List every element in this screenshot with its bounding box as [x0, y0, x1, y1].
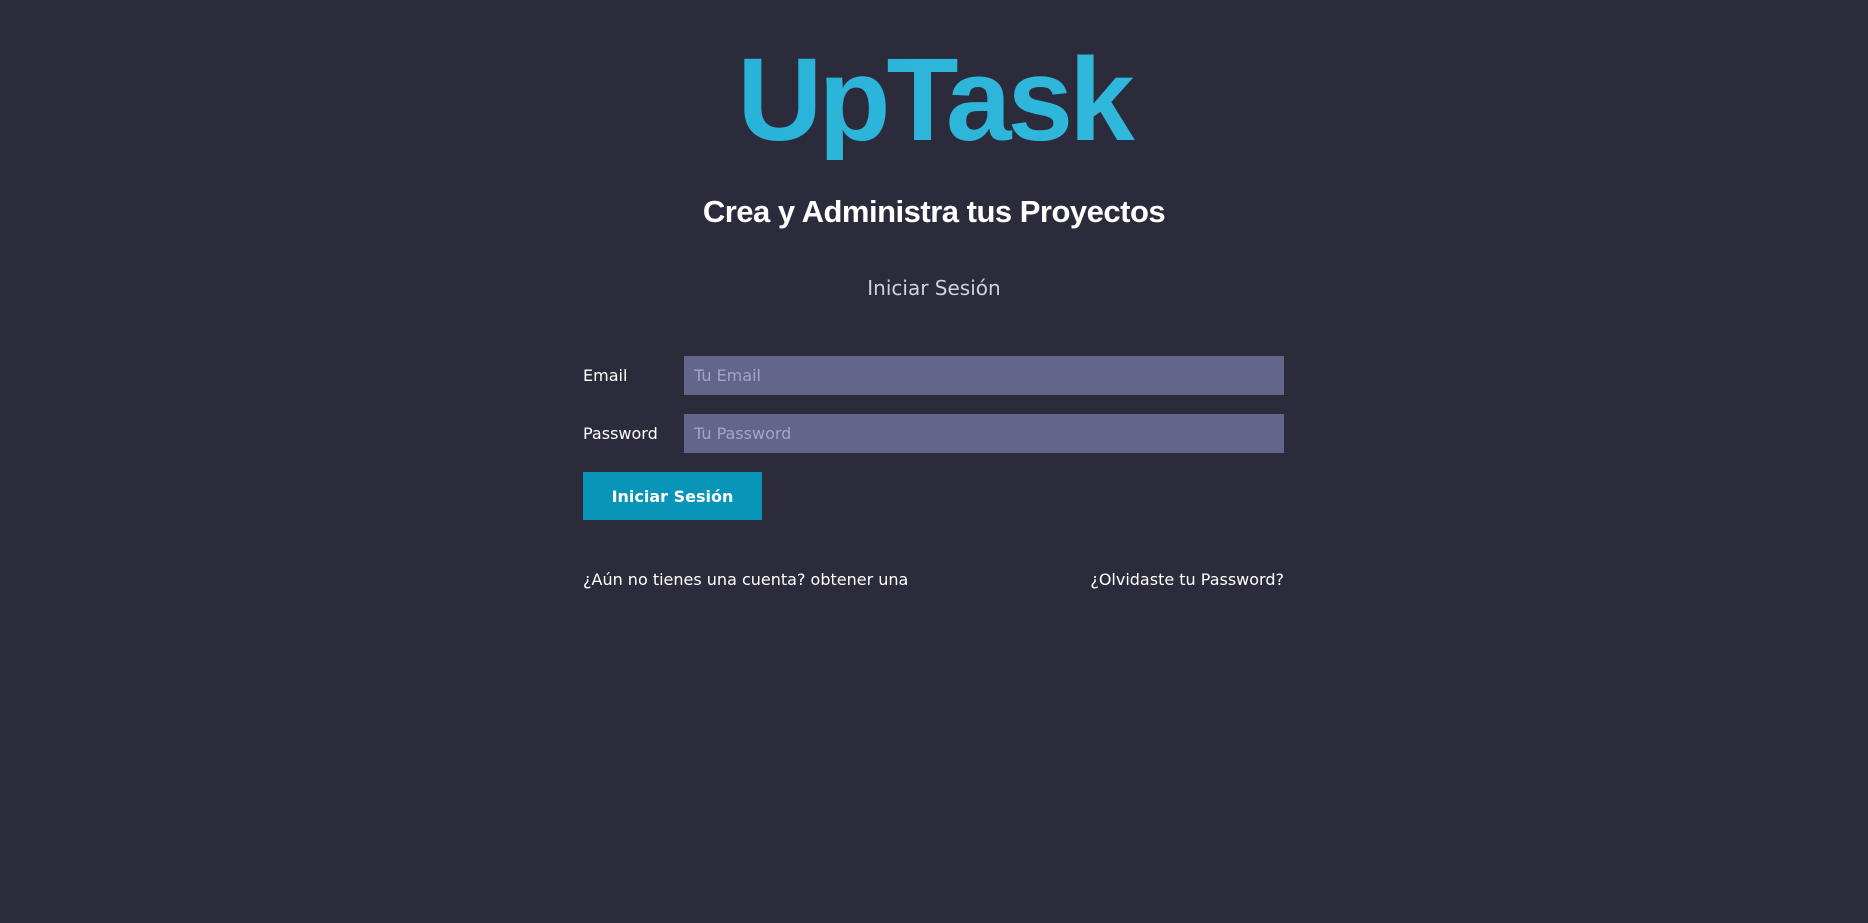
forgot-password-link[interactable]: ¿Olvidaste tu Password?: [1090, 570, 1284, 589]
account-links: ¿Aún no tienes una cuenta? obtener una ¿…: [583, 570, 1284, 589]
register-link[interactable]: ¿Aún no tienes una cuenta? obtener una: [583, 570, 908, 589]
email-row: Email: [583, 356, 1284, 395]
email-field[interactable]: [684, 356, 1284, 395]
login-button[interactable]: Iniciar Sesión: [583, 472, 762, 520]
page-title: Iniciar Sesión: [867, 276, 1001, 300]
login-page: UpTask Crea y Administra tus Proyectos I…: [0, 0, 1868, 923]
email-label: Email: [583, 366, 628, 385]
tagline: Crea y Administra tus Proyectos: [702, 194, 1166, 229]
app-logo: UpTask: [0, 40, 1868, 160]
password-field[interactable]: [684, 414, 1284, 453]
password-row: Password: [583, 414, 1284, 453]
password-label: Password: [583, 424, 658, 443]
login-form: Email Password Iniciar Sesión: [583, 356, 1284, 520]
